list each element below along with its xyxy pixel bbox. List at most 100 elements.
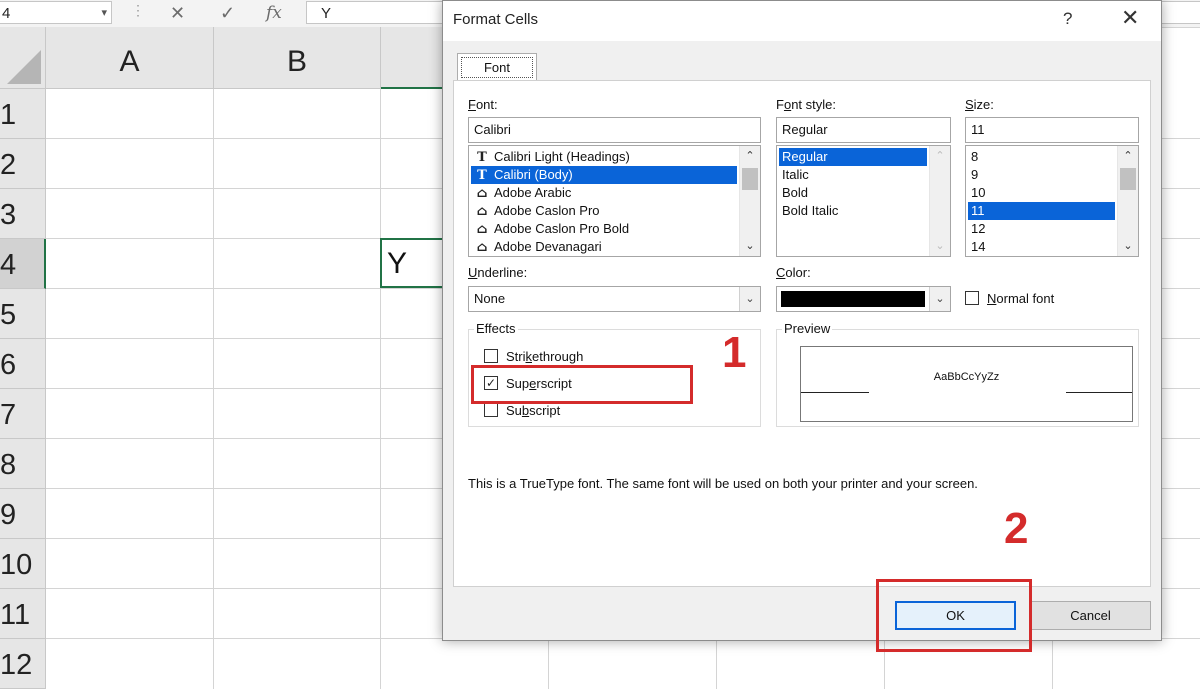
font-name-input[interactable]: Calibri [468,117,761,143]
scroll-up-icon[interactable]: ⌃ [740,147,760,165]
step-2-highlight [876,579,1032,652]
printer-font-icon: ⌂ [476,240,488,255]
underline-label: Underline: [468,265,528,280]
subscript-checkbox[interactable] [484,403,498,417]
formula-bar-grip-icon: ⋮ [131,2,145,18]
list-item[interactable]: Bold [779,184,927,202]
preview-baseline [1066,392,1132,393]
font-list-scrollbar[interactable]: ⌃ ⌄ [739,146,760,256]
strikethrough-label: Strikethrough [506,349,584,364]
font-size-list[interactable]: 8 9 10 11 12 14 ⌃ ⌄ [965,145,1139,257]
dialog-titlebar[interactable]: Format Cells ? ✕ [443,1,1161,41]
column-header-c[interactable] [381,27,451,89]
row-header-7[interactable]: 7 [0,389,46,439]
row-header-4[interactable]: 4 [0,239,46,289]
color-picker[interactable]: ⌄ [776,286,951,312]
step-1-number: 1 [722,328,747,377]
format-cells-dialog: Format Cells ? ✕ Font Font: Calibri T Cal… [442,0,1162,641]
font-size-scrollbar[interactable]: ⌃ ⌄ [1117,146,1138,256]
row-header-9[interactable]: 9 [0,489,46,539]
dialog-title: Format Cells [453,11,539,28]
row-header-6[interactable]: 6 [0,339,46,389]
name-box-dropdown-icon[interactable]: ▾ [101,2,107,25]
cancel-button[interactable]: Cancel [1030,601,1151,630]
column-header-a[interactable]: A [46,27,214,89]
truetype-font-icon: T [477,150,487,165]
truetype-info-text: This is a TrueType font. The same font w… [468,476,978,491]
font-style-list[interactable]: Regular Italic Bold Bold Italic ⌃ ⌄ [776,145,951,257]
row-header-10[interactable]: 10 [0,539,46,589]
list-item[interactable]: 14 [968,238,1115,256]
close-icon[interactable]: ✕ [1121,5,1139,31]
effects-title: Effects [474,321,518,336]
preview-sample-text: AaBbCcYyZz [933,371,1000,383]
list-item[interactable]: ⌂ Adobe Devanagari [471,238,737,256]
tab-font[interactable]: Font [457,53,537,80]
list-item[interactable]: T Calibri Light (Headings) [471,148,737,166]
scroll-up-icon[interactable]: ⌃ [930,147,950,165]
preview-title: Preview [782,321,833,336]
list-item[interactable]: ⌂ Adobe Caslon Pro [471,202,737,220]
gridline [380,89,381,689]
active-cell-c4[interactable]: Y [380,238,450,288]
underline-value: None [474,291,506,306]
list-item[interactable]: ⌂ Adobe Arabic [471,184,737,202]
scroll-up-icon[interactable]: ⌃ [1118,147,1138,165]
normal-font-checkbox[interactable] [965,291,979,305]
row-header-5[interactable]: 5 [0,289,46,339]
color-label: Color: [776,265,811,280]
step-2-number: 2 [1004,504,1029,553]
font-style-scrollbar[interactable]: ⌃ ⌄ [929,146,950,256]
insert-function-icon[interactable]: fx [266,0,282,26]
chevron-down-icon[interactable]: ⌄ [739,287,760,311]
row-header-12[interactable]: 12 [0,639,46,689]
font-list[interactable]: T Calibri Light (Headings) T Calibri (Body… [468,145,761,257]
name-box-value: 4 [2,5,11,22]
strikethrough-checkbox[interactable] [484,349,498,363]
size-label: Size: [965,97,994,112]
row-header-11[interactable]: 11 [0,589,46,639]
scroll-thumb[interactable] [1120,168,1136,190]
preview-box: AaBbCcYyZz [800,346,1133,422]
printer-font-icon: ⌂ [476,204,488,219]
name-box[interactable]: 4 ▾ [0,1,112,24]
list-item[interactable]: Italic [779,166,927,184]
list-item[interactable]: Bold Italic [779,202,927,220]
tab-focus-outline [461,57,533,78]
preview-baseline [801,392,869,393]
chevron-down-icon[interactable]: ⌄ [929,287,950,311]
cancel-entry-icon[interactable]: ✕ [170,0,185,26]
list-item-selected[interactable]: 11 [968,202,1115,220]
font-tab-panel: Font: Calibri T Calibri Light (Headings) … [453,80,1151,587]
list-item[interactable]: ⌂ Adobe Caslon Pro Bold [471,220,737,238]
printer-font-icon: ⌂ [476,186,488,201]
row-header-8[interactable]: 8 [0,439,46,489]
list-item-selected[interactable]: Regular [779,148,927,166]
normal-font-label: Normal font [987,291,1055,306]
scroll-down-icon[interactable]: ⌄ [1118,237,1138,255]
scroll-thumb[interactable] [742,168,758,190]
select-all-corner[interactable] [0,27,46,89]
font-size-input[interactable]: 11 [965,117,1139,143]
row-header-3[interactable]: 3 [0,189,46,239]
step-1-highlight [471,365,693,404]
underline-select[interactable]: None ⌄ [468,286,761,312]
row-header-1[interactable]: 1 [0,89,46,139]
enter-icon[interactable]: ✓ [220,0,235,26]
list-item[interactable]: 8 [968,148,1115,166]
list-item-selected[interactable]: T Calibri (Body) [471,166,737,184]
list-item[interactable]: 10 [968,184,1115,202]
color-swatch [781,291,925,307]
gridline [213,89,214,689]
column-header-b[interactable]: B [214,27,381,89]
help-icon[interactable]: ? [1063,9,1072,29]
truetype-font-icon: T [477,168,487,183]
font-style-label: Font style: [776,97,836,112]
row-header-2[interactable]: 2 [0,139,46,189]
font-style-input[interactable]: Regular [776,117,951,143]
list-item[interactable]: 12 [968,220,1115,238]
font-label: Font: [468,97,498,112]
scroll-down-icon[interactable]: ⌄ [740,237,760,255]
list-item[interactable]: 9 [968,166,1115,184]
scroll-down-icon[interactable]: ⌄ [930,237,950,255]
